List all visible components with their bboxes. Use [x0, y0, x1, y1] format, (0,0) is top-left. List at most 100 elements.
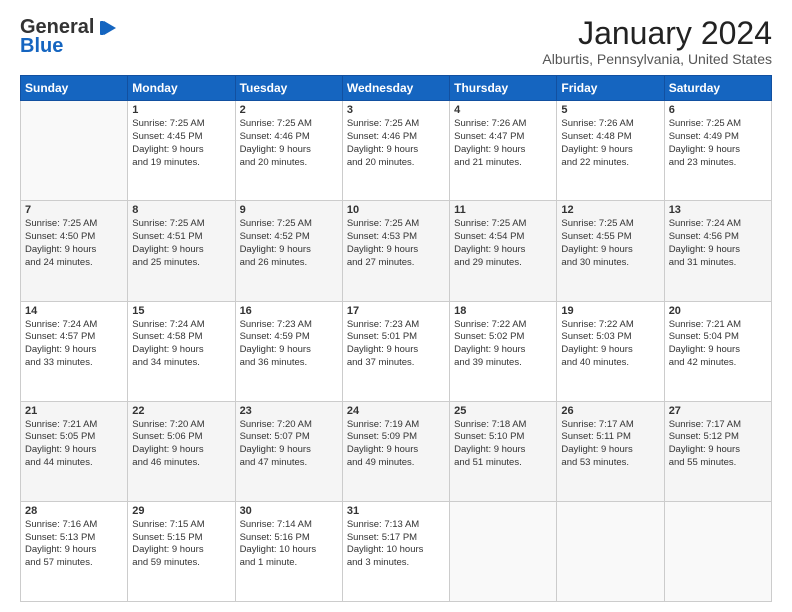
day-number: 19 [561, 305, 659, 317]
calendar-cell [21, 101, 128, 201]
calendar-title: January 2024 [542, 16, 772, 51]
calendar-cell [450, 501, 557, 601]
day-number: 25 [454, 405, 552, 417]
day-info: Sunrise: 7:20 AM Sunset: 5:06 PM Dayligh… [132, 419, 230, 470]
day-info: Sunrise: 7:25 AM Sunset: 4:46 PM Dayligh… [347, 118, 445, 169]
calendar-cell: 25 Sunrise: 7:18 AM Sunset: 5:10 PM Dayli… [450, 401, 557, 501]
day-number: 16 [240, 305, 338, 317]
calendar-cell: 22 Sunrise: 7:20 AM Sunset: 5:06 PM Dayli… [128, 401, 235, 501]
calendar-cell: 17 Sunrise: 7:23 AM Sunset: 5:01 PM Dayli… [342, 301, 449, 401]
day-number: 15 [132, 305, 230, 317]
calendar-cell: 6 Sunrise: 7:25 AM Sunset: 4:49 PM Daylig… [664, 101, 771, 201]
calendar-cell: 13 Sunrise: 7:24 AM Sunset: 4:56 PM Dayli… [664, 201, 771, 301]
day-number: 14 [25, 305, 123, 317]
day-number: 7 [25, 204, 123, 216]
calendar-cell: 31 Sunrise: 7:13 AM Sunset: 5:17 PM Dayli… [342, 501, 449, 601]
day-info: Sunrise: 7:25 AM Sunset: 4:53 PM Dayligh… [347, 218, 445, 269]
column-header-thursday: Thursday [450, 76, 557, 101]
header: General Blue January 2024 Alburtis, Penn… [20, 16, 772, 67]
day-info: Sunrise: 7:22 AM Sunset: 5:02 PM Dayligh… [454, 319, 552, 370]
day-number: 21 [25, 405, 123, 417]
calendar-cell: 28Sunrise: 7:16 AM Sunset: 5:13 PM Dayli… [21, 501, 128, 601]
calendar-cell: 12 Sunrise: 7:25 AM Sunset: 4:55 PM Dayli… [557, 201, 664, 301]
day-number: 8 [132, 204, 230, 216]
day-info: Sunrise: 7:25 AM Sunset: 4:49 PM Dayligh… [669, 118, 767, 169]
calendar-cell: 14Sunrise: 7:24 AM Sunset: 4:57 PM Dayli… [21, 301, 128, 401]
calendar-table: SundayMondayTuesdayWednesdayThursdayFrid… [20, 75, 772, 602]
day-number: 27 [669, 405, 767, 417]
day-number: 31 [347, 505, 445, 517]
day-number: 13 [669, 204, 767, 216]
calendar-cell: 10 Sunrise: 7:25 AM Sunset: 4:53 PM Dayli… [342, 201, 449, 301]
calendar-cell: 11 Sunrise: 7:25 AM Sunset: 4:54 PM Dayli… [450, 201, 557, 301]
calendar-cell: 23Sunrise: 7:20 AM Sunset: 5:07 PM Dayli… [235, 401, 342, 501]
day-info: Sunrise: 7:25 AM Sunset: 4:50 PM Dayligh… [25, 218, 123, 269]
day-number: 2 [240, 104, 338, 116]
calendar-cell: 21 Sunrise: 7:21 AM Sunset: 5:05 PM Dayli… [21, 401, 128, 501]
day-info: Sunrise: 7:18 AM Sunset: 5:10 PM Dayligh… [454, 419, 552, 470]
calendar-cell [557, 501, 664, 601]
logo: General Blue [20, 16, 118, 58]
calendar-cell [664, 501, 771, 601]
week-row-4: 21 Sunrise: 7:21 AM Sunset: 5:05 PM Dayli… [21, 401, 772, 501]
calendar-cell: 7 Sunrise: 7:25 AM Sunset: 4:50 PM Daylig… [21, 201, 128, 301]
day-number: 6 [669, 104, 767, 116]
day-number: 10 [347, 204, 445, 216]
day-number: 17 [347, 305, 445, 317]
day-info: Sunrise: 7:25 AM Sunset: 4:52 PM Dayligh… [240, 218, 338, 269]
day-info: Sunrise: 7:19 AM Sunset: 5:09 PM Dayligh… [347, 419, 445, 470]
calendar-cell: 30Sunrise: 7:14 AM Sunset: 5:16 PM Dayli… [235, 501, 342, 601]
calendar-cell: 26Sunrise: 7:17 AM Sunset: 5:11 PM Dayli… [557, 401, 664, 501]
week-row-1: 1Sunrise: 7:25 AM Sunset: 4:45 PM Daylig… [21, 101, 772, 201]
day-number: 28 [25, 505, 123, 517]
day-info: Sunrise: 7:24 AM Sunset: 4:58 PM Dayligh… [132, 319, 230, 370]
calendar-cell: 1Sunrise: 7:25 AM Sunset: 4:45 PM Daylig… [128, 101, 235, 201]
day-number: 29 [132, 505, 230, 517]
calendar-cell: 18Sunrise: 7:22 AM Sunset: 5:02 PM Dayli… [450, 301, 557, 401]
day-info: Sunrise: 7:25 AM Sunset: 4:46 PM Dayligh… [240, 118, 338, 169]
calendar-subtitle: Alburtis, Pennsylvania, United States [542, 51, 772, 67]
calendar-cell: 15 Sunrise: 7:24 AM Sunset: 4:58 PM Dayli… [128, 301, 235, 401]
day-info: Sunrise: 7:21 AM Sunset: 5:05 PM Dayligh… [25, 419, 123, 470]
day-info: Sunrise: 7:20 AM Sunset: 5:07 PM Dayligh… [240, 419, 338, 470]
day-number: 11 [454, 204, 552, 216]
week-row-2: 7 Sunrise: 7:25 AM Sunset: 4:50 PM Daylig… [21, 201, 772, 301]
day-number: 24 [347, 405, 445, 417]
column-header-friday: Friday [557, 76, 664, 101]
page: General Blue January 2024 Alburtis, Penn… [0, 0, 792, 612]
week-row-5: 28Sunrise: 7:16 AM Sunset: 5:13 PM Dayli… [21, 501, 772, 601]
day-info: Sunrise: 7:26 AM Sunset: 4:48 PM Dayligh… [561, 118, 659, 169]
day-number: 20 [669, 305, 767, 317]
day-info: Sunrise: 7:13 AM Sunset: 5:17 PM Dayligh… [347, 519, 445, 570]
day-number: 30 [240, 505, 338, 517]
day-info: Sunrise: 7:25 AM Sunset: 4:55 PM Dayligh… [561, 218, 659, 269]
calendar-cell: 16Sunrise: 7:23 AM Sunset: 4:59 PM Dayli… [235, 301, 342, 401]
column-header-tuesday: Tuesday [235, 76, 342, 101]
day-info: Sunrise: 7:17 AM Sunset: 5:12 PM Dayligh… [669, 419, 767, 470]
day-info: Sunrise: 7:25 AM Sunset: 4:54 PM Dayligh… [454, 218, 552, 269]
logo-icon [96, 17, 118, 39]
column-header-sunday: Sunday [21, 76, 128, 101]
column-header-monday: Monday [128, 76, 235, 101]
day-number: 4 [454, 104, 552, 116]
calendar-cell: 3Sunrise: 7:25 AM Sunset: 4:46 PM Daylig… [342, 101, 449, 201]
calendar-cell: 24 Sunrise: 7:19 AM Sunset: 5:09 PM Dayli… [342, 401, 449, 501]
day-info: Sunrise: 7:25 AM Sunset: 4:51 PM Dayligh… [132, 218, 230, 269]
calendar-cell: 2 Sunrise: 7:25 AM Sunset: 4:46 PM Daylig… [235, 101, 342, 201]
day-info: Sunrise: 7:21 AM Sunset: 5:04 PM Dayligh… [669, 319, 767, 370]
logo-blue: Blue [20, 35, 63, 58]
day-info: Sunrise: 7:15 AM Sunset: 5:15 PM Dayligh… [132, 519, 230, 570]
calendar-cell: 29 Sunrise: 7:15 AM Sunset: 5:15 PM Dayli… [128, 501, 235, 601]
day-number: 12 [561, 204, 659, 216]
week-row-3: 14Sunrise: 7:24 AM Sunset: 4:57 PM Dayli… [21, 301, 772, 401]
day-info: Sunrise: 7:23 AM Sunset: 5:01 PM Dayligh… [347, 319, 445, 370]
calendar-cell: 19Sunrise: 7:22 AM Sunset: 5:03 PM Dayli… [557, 301, 664, 401]
calendar-cell: 8 Sunrise: 7:25 AM Sunset: 4:51 PM Daylig… [128, 201, 235, 301]
day-info: Sunrise: 7:17 AM Sunset: 5:11 PM Dayligh… [561, 419, 659, 470]
title-block: January 2024 Alburtis, Pennsylvania, Uni… [542, 16, 772, 67]
day-info: Sunrise: 7:24 AM Sunset: 4:56 PM Dayligh… [669, 218, 767, 269]
day-number: 22 [132, 405, 230, 417]
calendar-cell: 27 Sunrise: 7:17 AM Sunset: 5:12 PM Dayli… [664, 401, 771, 501]
day-number: 9 [240, 204, 338, 216]
calendar-header-row: SundayMondayTuesdayWednesdayThursdayFrid… [21, 76, 772, 101]
